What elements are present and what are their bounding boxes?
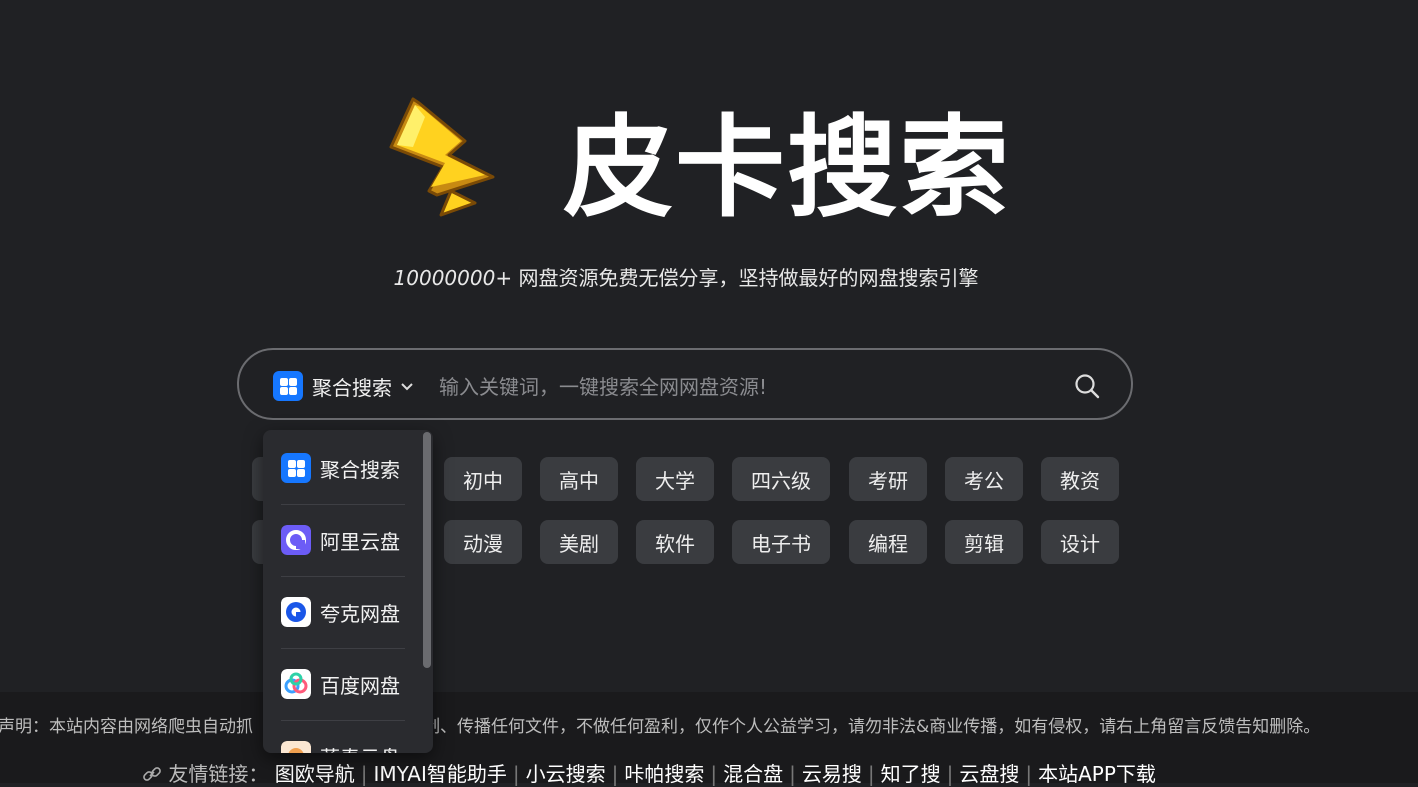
dropdown-item-label: 聚合搜索 xyxy=(320,457,400,482)
tag-item[interactable]: 美剧 xyxy=(540,520,618,564)
aliyun-drive-icon xyxy=(281,525,311,555)
disclaimer-text: 制、传播任何文件，不做任何盈利，仅作个人公益学习，请勿非法&商业传播，如有侵权，… xyxy=(423,717,1321,737)
quark-drive-icon xyxy=(281,597,311,627)
disclaimer-text: 声明：本站内容由网络爬虫自动抓 xyxy=(0,717,253,737)
dropdown-item-aliyun[interactable]: 阿里云盘 xyxy=(281,504,405,576)
engine-dropdown: 聚合搜索 阿里云盘 夸克网盘 百度网盘 xyxy=(263,430,433,753)
tag-item[interactable]: 剪辑 xyxy=(945,520,1023,564)
tag-item[interactable]: 高中 xyxy=(540,457,618,501)
dropdown-item-quark[interactable]: 夸克网盘 xyxy=(281,576,405,648)
tag-item[interactable]: 编程 xyxy=(849,520,927,564)
tag-item[interactable]: 初中 xyxy=(444,457,522,501)
dropdown-scrollbar[interactable] xyxy=(423,432,431,668)
tag-item[interactable]: 设计 xyxy=(1041,520,1119,564)
footer: 声明：本站内容由网络爬虫自动抓 制、传播任何文件，不做任何盈利，仅作个人公益学习，… xyxy=(0,692,1418,786)
search-input[interactable] xyxy=(437,368,1041,406)
lightning-bolt-icon xyxy=(389,97,495,217)
baidu-drive-icon xyxy=(281,669,311,699)
logo: 皮卡搜索 xyxy=(385,95,1009,235)
tag-item[interactable]: 软件 xyxy=(636,520,714,564)
tagline-text: 网盘资源免费无偿分享，坚持做最好的网盘搜索引擎 xyxy=(512,266,979,290)
dropdown-item-label: 百度网盘 xyxy=(320,673,400,698)
friend-link[interactable]: 咔帕搜索 xyxy=(624,762,704,786)
dropdown-item-label: 蓝奏云盘 xyxy=(320,742,400,754)
tag-item[interactable]: 四六级 xyxy=(732,457,830,501)
friend-link[interactable]: 图欧导航 xyxy=(275,762,355,786)
app-download-link[interactable]: 本站APP下载 xyxy=(1038,762,1156,786)
engine-label: 聚合搜索 xyxy=(312,375,392,400)
link-icon xyxy=(143,767,161,781)
resource-count: 10000000+ xyxy=(393,266,513,290)
tag-item[interactable]: 考研 xyxy=(849,457,927,501)
tag-item[interactable]: 考公 xyxy=(945,457,1023,501)
friend-link[interactable]: 小云搜索 xyxy=(526,762,606,786)
dropdown-item-baidu[interactable]: 百度网盘 xyxy=(281,648,405,720)
friend-link[interactable]: 云易搜 xyxy=(802,762,862,786)
friend-link[interactable]: 混合盘 xyxy=(723,762,783,786)
dropdown-item-aggregate[interactable]: 聚合搜索 xyxy=(281,432,405,504)
dropdown-item-lanzou[interactable]: 蓝奏云盘 xyxy=(281,720,405,753)
engine-selector[interactable]: 聚合搜索 xyxy=(273,370,415,402)
aggregate-icon xyxy=(273,371,303,401)
lanzou-drive-icon xyxy=(281,741,311,753)
aggregate-icon xyxy=(281,453,311,483)
dropdown-item-label: 夸克网盘 xyxy=(320,601,400,626)
search-icon[interactable] xyxy=(1073,372,1101,400)
friend-link[interactable]: 云盘搜 xyxy=(959,762,1019,786)
tagline: 10000000+ 网盘资源免费无偿分享，坚持做最好的网盘搜索引擎 xyxy=(0,262,1372,291)
tag-item[interactable]: 动漫 xyxy=(444,520,522,564)
site-title: 皮卡搜索 xyxy=(563,104,1011,232)
dropdown-item-label: 阿里云盘 xyxy=(320,529,400,554)
tag-item[interactable]: 教资 xyxy=(1041,457,1119,501)
friend-link[interactable]: 知了搜 xyxy=(881,762,941,786)
links-label: 友情链接： xyxy=(168,762,269,786)
chevron-down-icon xyxy=(401,383,413,391)
search-bar: 聚合搜索 xyxy=(237,348,1133,420)
tag-item[interactable]: 电子书 xyxy=(732,520,830,564)
tag-item[interactable]: 大学 xyxy=(636,457,714,501)
friend-link[interactable]: IMYAI智能助手 xyxy=(373,762,506,786)
disclaimer: 声明：本站内容由网络爬虫自动抓 制、传播任何文件，不做任何盈利，仅作个人公益学习，… xyxy=(0,712,1320,737)
